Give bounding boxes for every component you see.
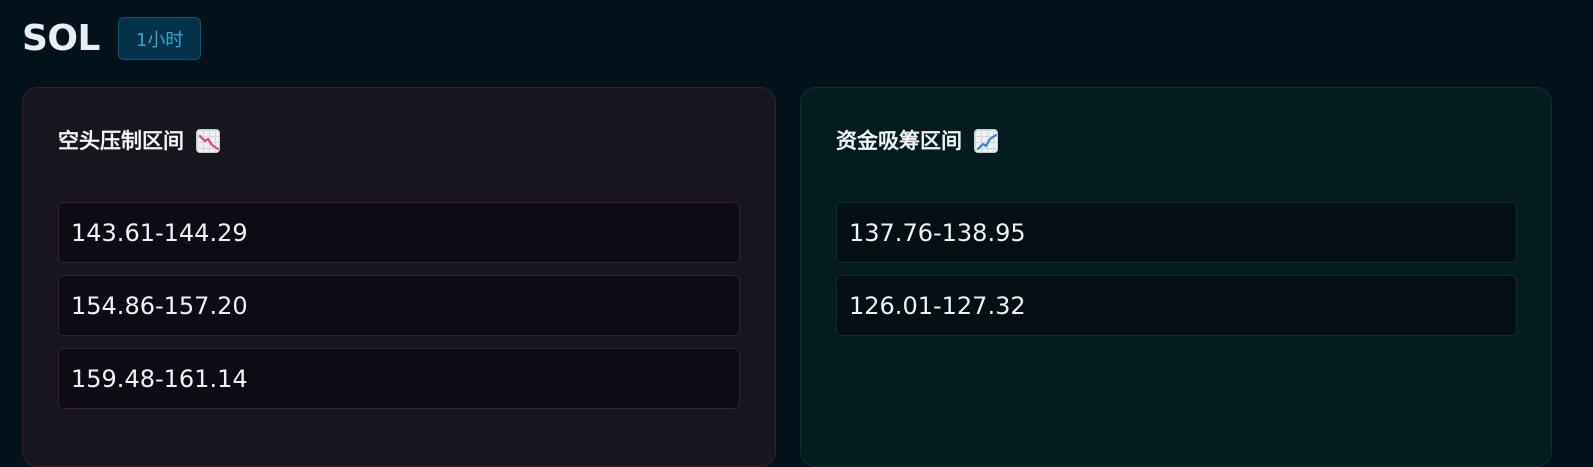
chart-decreasing-icon — [196, 129, 220, 153]
bull-panel-title-text: 资金吸筹区间 — [836, 129, 962, 153]
bear-level-item: 159.48-161.14 — [58, 348, 740, 409]
timeframe-button[interactable]: 1小时 — [117, 17, 202, 60]
bull-level-item: 126.01-127.32 — [836, 275, 1517, 336]
header: SOL 1小时 — [22, 17, 202, 60]
bull-level-item: 137.76-138.95 — [836, 202, 1517, 263]
symbol-title: SOL — [22, 18, 100, 59]
bear-panel-title-text: 空头压制区间 — [58, 129, 184, 153]
bear-level-item: 154.86-157.20 — [58, 275, 740, 336]
chart-increasing-icon — [974, 129, 998, 153]
bull-zone-panel: 资金吸筹区间 137.76-138.95 126.01-127.32 — [800, 87, 1552, 467]
bull-level-list: 137.76-138.95 126.01-127.32 — [836, 202, 1517, 336]
bear-zone-panel: 空头压制区间 143.61-144.29 154.86-157.20 159.4… — [22, 87, 776, 467]
bear-level-list: 143.61-144.29 154.86-157.20 159.48-161.1… — [58, 202, 740, 409]
bear-panel-title: 空头压制区间 — [58, 126, 220, 156]
bull-panel-title: 资金吸筹区间 — [836, 126, 998, 156]
bear-level-item: 143.61-144.29 — [58, 202, 740, 263]
